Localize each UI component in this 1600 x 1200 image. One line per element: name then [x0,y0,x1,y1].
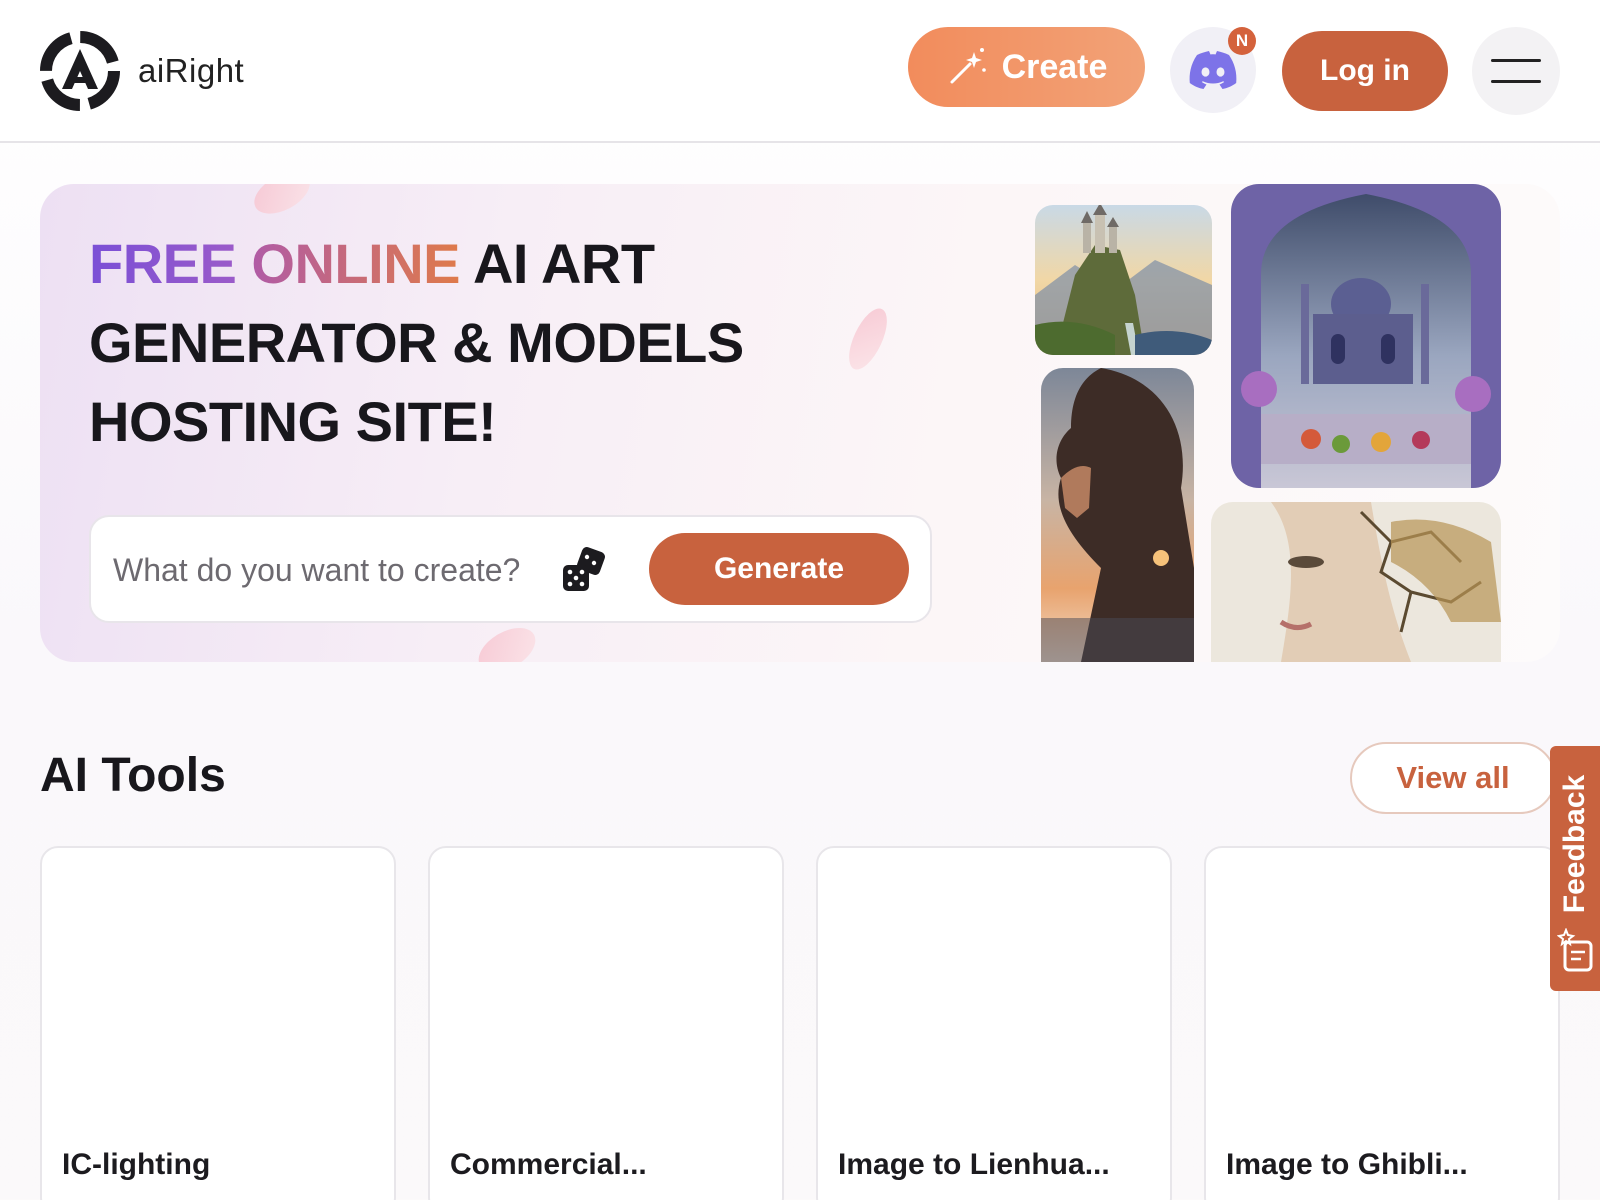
create-button-label: Create [1001,47,1108,86]
tool-card-title: IC-lighting [62,1148,211,1181]
top-navigation-bar: aiRight Create N Log in [0,0,1600,143]
generate-button[interactable]: Generate [649,533,909,605]
notification-badge: N [1228,27,1256,55]
castle-landscape-image [1035,205,1212,355]
menu-line [1491,80,1541,83]
hero-banner: FREE ONLINE AI ART GENERATOR & MODELS HO… [40,184,1560,662]
prompt-bar: Generate [89,515,932,623]
tool-card-title: Commercial... [450,1148,647,1181]
tool-card[interactable]: Image to Ghibli... [1204,846,1560,1200]
tool-card[interactable]: Image to Lienhua... [816,846,1172,1200]
tool-card[interactable]: Commercial... [428,846,784,1200]
brand-logo-link[interactable]: aiRight [38,29,244,113]
create-button[interactable]: Create [908,27,1145,107]
airight-logo-icon [40,31,120,111]
woman-silhouette-sunset-image [1041,368,1194,662]
login-button[interactable]: Log in [1282,31,1448,111]
hero-title-online: ONLINE [251,232,460,295]
palace-in-archway-image [1231,184,1501,488]
prompt-input[interactable] [113,543,533,597]
feedback-label: Feedback [1558,774,1591,914]
feedback-tab[interactable]: Feedback [1550,746,1600,991]
decorative-petal [471,618,543,662]
brand-name: aiRight [138,52,245,89]
decorative-petal [247,184,317,223]
decorative-petal [841,303,895,375]
menu-line [1491,59,1541,62]
tool-card[interactable]: IC-lighting [40,846,396,1200]
view-all-button[interactable]: View all [1350,742,1556,814]
tool-card-title: Image to Ghibli... [1226,1148,1468,1181]
discord-icon [1189,51,1237,89]
cracked-marble-face-image [1211,502,1501,662]
feedback-note-icon [1557,928,1593,972]
hero-title: FREE ONLINE AI ART GENERATOR & MODELS HO… [89,224,809,461]
hamburger-menu-icon[interactable] [1472,27,1560,115]
random-prompt-dice-icon[interactable] [561,547,607,593]
ai-tools-heading: AI Tools [40,749,226,802]
hero-title-free: FREE [89,232,237,295]
tool-card-title: Image to Lienhua... [838,1148,1110,1181]
magic-wand-icon [950,48,986,84]
